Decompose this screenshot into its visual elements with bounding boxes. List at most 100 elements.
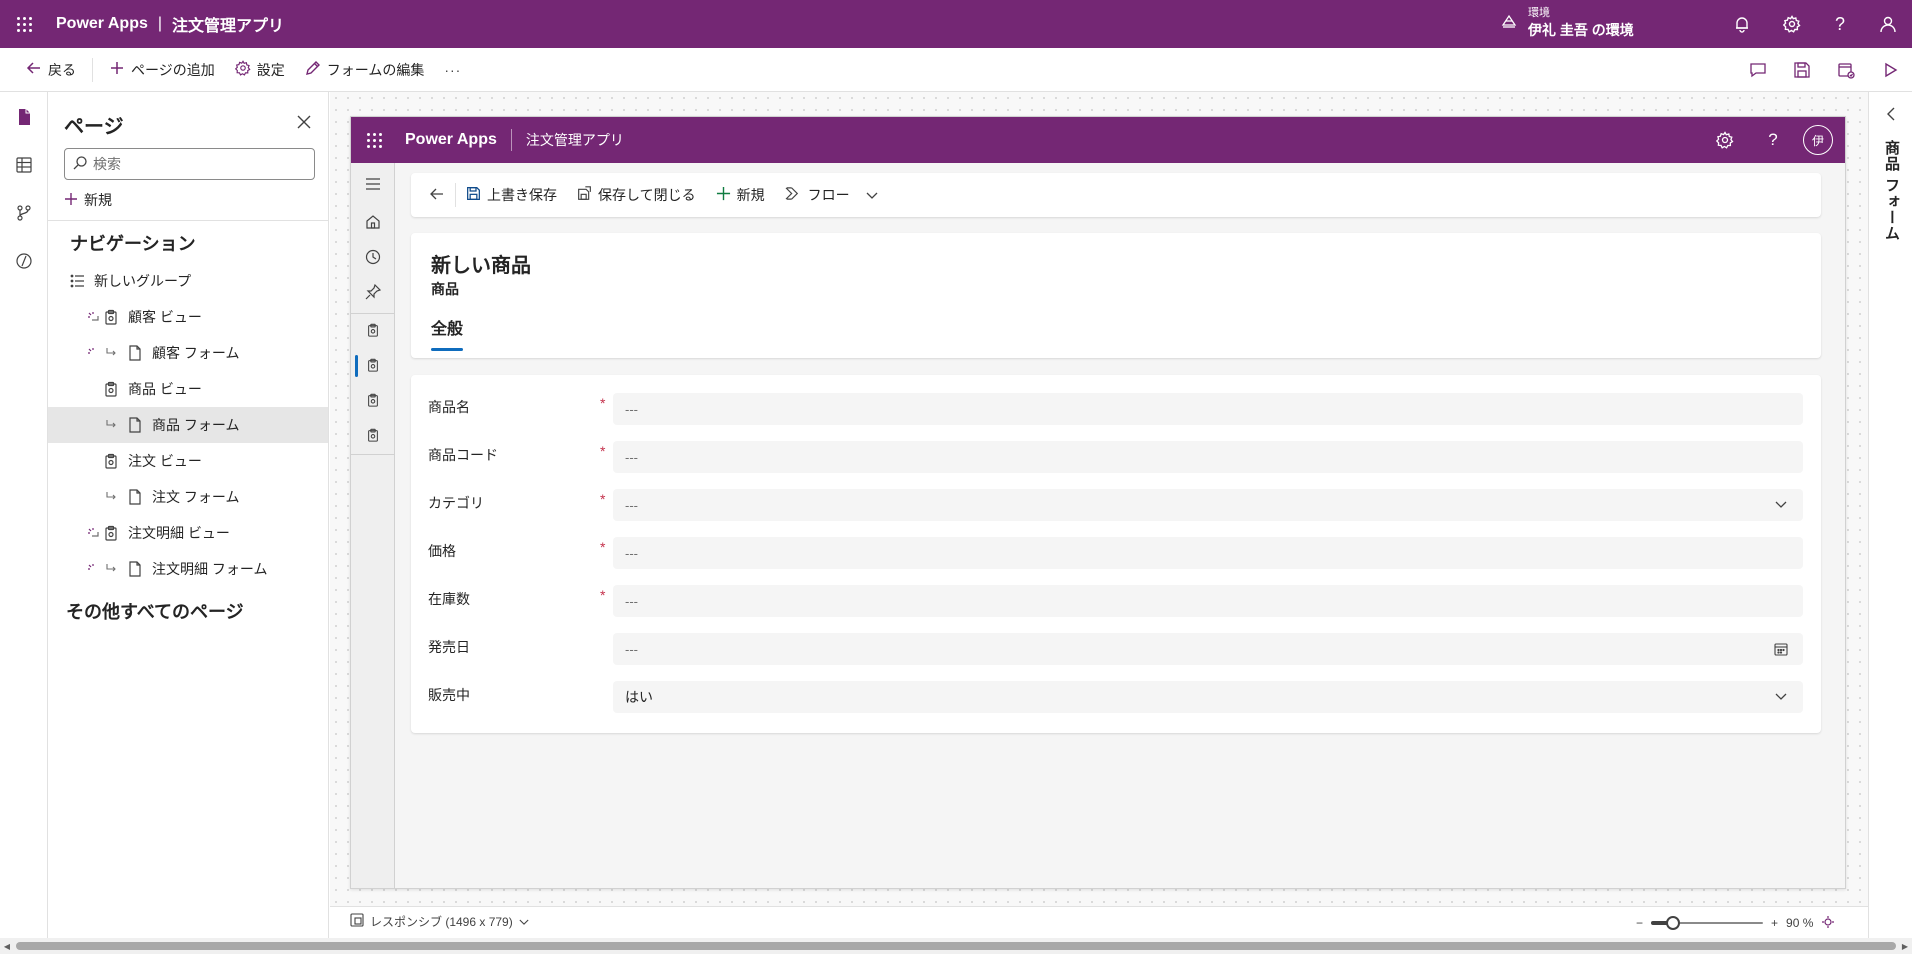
arrow-left-icon — [429, 186, 445, 205]
on-sale-dropdown[interactable]: はい — [613, 681, 1803, 713]
horizontal-scrollbar[interactable]: ◀ ▶ — [0, 938, 1912, 954]
sitemap-customer-icon[interactable] — [351, 313, 395, 347]
hamburger-menu-icon[interactable] — [351, 167, 395, 201]
comments-icon[interactable] — [1736, 48, 1780, 92]
zoom-in-button[interactable]: + — [1771, 916, 1778, 930]
user-profile-icon[interactable] — [1876, 12, 1900, 36]
gear-icon[interactable] — [1780, 12, 1804, 36]
avatar[interactable]: 伊 — [1803, 125, 1833, 155]
code-component-icon[interactable] — [0, 239, 48, 283]
preview-help-icon[interactable]: ? — [1761, 128, 1785, 152]
nav-item-product-view[interactable]: 商品 ビュー — [48, 371, 328, 407]
nav-item-order-detail-form[interactable]: 注文明細 フォーム — [48, 551, 328, 587]
required-marker: * — [600, 587, 606, 603]
search-input[interactable] — [93, 156, 293, 172]
data-table-icon[interactable] — [0, 143, 48, 187]
required-marker: * — [600, 443, 606, 459]
more-commands-button[interactable]: ··· — [434, 54, 471, 86]
nav-item-customer-view[interactable]: 顧客 ビュー — [48, 299, 328, 335]
nav-item-new-group[interactable]: 新しいグループ — [48, 263, 328, 299]
new-page-button[interactable]: 新規 — [64, 188, 112, 212]
pages-rail-icon[interactable] — [0, 95, 48, 139]
nav-item-label: 注文 ビュー — [128, 453, 202, 469]
edit-form-label: フォームの編集 — [326, 61, 425, 78]
add-page-button[interactable]: ページの追加 — [99, 54, 225, 86]
required-marker: * — [600, 395, 606, 411]
nav-item-order-form[interactable]: 注文 フォーム — [48, 479, 328, 515]
subpage-connector-icon — [102, 417, 120, 433]
settings-label: 設定 — [256, 61, 285, 78]
form-save-close-button[interactable]: 保存して閉じる — [567, 179, 706, 211]
form-back-button[interactable] — [419, 179, 455, 211]
form-flow-button[interactable]: フロー — [775, 179, 888, 211]
pin-icon[interactable] — [351, 275, 395, 309]
properties-pane-collapsed: 商品 フォーム — [1868, 92, 1912, 938]
subpage-connector-icon — [102, 489, 120, 505]
sitemap-order-detail-icon[interactable] — [351, 418, 395, 452]
group-list-icon — [68, 272, 86, 290]
publish-icon[interactable] — [1824, 48, 1868, 92]
tab-general[interactable]: 全般 — [431, 315, 463, 339]
warning-connection-icon — [84, 345, 102, 361]
preview-waffle-icon[interactable] — [351, 117, 397, 163]
command-bar: 戻る ページの追加 設定 フォームの編集 ··· — [0, 48, 1912, 92]
play-preview-icon[interactable] — [1868, 48, 1912, 92]
scrollbar-thumb[interactable] — [16, 942, 1896, 950]
nav-item-order-detail-view[interactable]: 注文明細 ビュー — [48, 515, 328, 551]
form-body: 商品名 * --- 商品コード * --- カテゴリ * --- 価格 * --… — [411, 375, 1821, 733]
form-document-icon — [126, 488, 144, 506]
product-name-input[interactable]: --- — [613, 393, 1803, 425]
sitemap-order-icon[interactable] — [351, 383, 395, 417]
home-icon[interactable] — [351, 205, 395, 239]
environment-picker[interactable]: 環境 伊礼 圭吾 の環境 — [1500, 4, 1634, 40]
nav-item-label: 新しいグループ — [94, 273, 192, 289]
save-icon[interactable] — [1780, 48, 1824, 92]
release-date-input[interactable]: --- — [613, 633, 1803, 665]
preview-gear-icon[interactable] — [1713, 128, 1737, 152]
scroll-left-arrow-icon[interactable]: ◀ — [2, 941, 12, 951]
automation-flow-icon[interactable] — [0, 191, 48, 235]
fit-to-screen-icon[interactable] — [1821, 915, 1835, 932]
category-dropdown[interactable]: --- — [613, 489, 1803, 521]
help-icon[interactable]: ? — [1828, 12, 1852, 36]
app-preview-frame: Power Apps 注文管理アプリ ? 伊 上書き保存 保存して閉じる 新規 … — [350, 116, 1846, 889]
sitemap-product-icon[interactable] — [351, 348, 395, 382]
back-button[interactable]: 戻る — [16, 54, 86, 86]
nav-item-label: 商品 フォーム — [152, 417, 240, 433]
view-clipboard-icon — [102, 452, 120, 470]
chevron-left-icon[interactable] — [1883, 106, 1899, 122]
design-canvas: Power Apps 注文管理アプリ ? 伊 上書き保存 保存して閉じる 新規 … — [330, 92, 1868, 906]
flow-icon — [785, 186, 802, 204]
form-save-button[interactable]: 上書き保存 — [456, 179, 567, 211]
chevron-down-icon — [866, 187, 878, 203]
settings-button[interactable]: 設定 — [225, 54, 295, 86]
app-launcher-waffle-icon[interactable] — [0, 0, 48, 48]
product-code-input[interactable]: --- — [613, 441, 1803, 473]
nav-item-order-view[interactable]: 注文 ビュー — [48, 443, 328, 479]
arrow-left-icon — [26, 60, 42, 79]
navigation-heading: ナビゲーション — [70, 234, 196, 254]
stock-input[interactable]: --- — [613, 585, 1803, 617]
nav-item-product-form[interactable]: 商品 フォーム — [48, 407, 328, 443]
edit-form-button[interactable]: フォームの編集 — [295, 54, 435, 86]
add-page-label: ページの追加 — [131, 61, 215, 78]
scroll-right-arrow-icon[interactable]: ▶ — [1900, 941, 1910, 951]
nav-item-customer-form[interactable]: 顧客 フォーム — [48, 335, 328, 371]
nav-item-label: 顧客 フォーム — [152, 345, 240, 361]
close-icon[interactable] — [294, 112, 314, 132]
zoom-slider[interactable] — [1651, 913, 1764, 933]
zoom-slider-thumb[interactable] — [1666, 916, 1681, 930]
bell-icon[interactable] — [1730, 12, 1754, 36]
form-new-button[interactable]: 新規 — [706, 179, 775, 211]
calendar-icon[interactable] — [1773, 641, 1789, 657]
nav-item-label: 顧客 ビュー — [128, 309, 202, 325]
recent-clock-icon[interactable] — [351, 240, 395, 274]
price-input[interactable]: --- — [613, 537, 1803, 569]
pages-pane: ページ 新規 ナビゲーション 新しいグループ 顧客 ビュー — [48, 92, 329, 938]
zoom-out-button[interactable]: − — [1636, 916, 1643, 930]
layout-picker[interactable]: レスポンシブ (1496 x 779) — [350, 913, 529, 930]
field-row-on-sale: 販売中 はい — [411, 671, 1821, 719]
form-title: 新しい商品 — [431, 255, 531, 277]
properties-pane-title: 商品 フォーム — [1883, 140, 1900, 242]
field-row-price: 価格 * --- — [411, 527, 1821, 575]
